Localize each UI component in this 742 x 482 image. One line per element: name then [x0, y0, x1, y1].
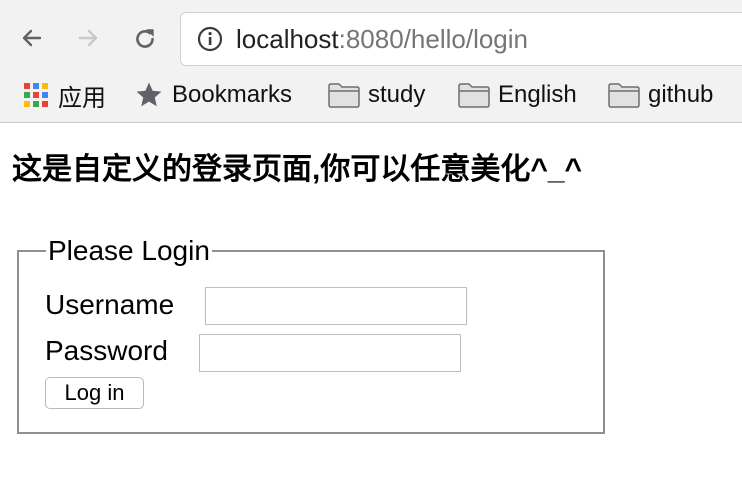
reload-button[interactable]: [124, 18, 164, 58]
back-button[interactable]: [12, 18, 52, 58]
username-label: Username: [45, 289, 175, 320]
bookmark-folder-english[interactable]: English: [458, 78, 577, 112]
site-info-icon[interactable]: [197, 26, 223, 52]
login-button[interactable]: Log in: [45, 377, 144, 409]
url-host: localhost: [236, 24, 339, 54]
bookmark-folder-study[interactable]: study: [328, 78, 425, 112]
url-text[interactable]: localhost:8080/hello/login: [236, 24, 528, 55]
password-input[interactable]: [199, 334, 461, 372]
password-label: Password: [45, 335, 168, 366]
browser-toolbar: localhost:8080/hello/login: [0, 0, 742, 70]
folder-icon: [608, 83, 640, 108]
bookmark-bookmarks[interactable]: Bookmarks: [134, 78, 292, 112]
bookmark-apps[interactable]: 应用: [22, 78, 106, 112]
star-icon: [136, 82, 162, 107]
forward-button[interactable]: [68, 18, 108, 58]
url-port-path: :8080/hello/login: [338, 24, 529, 54]
address-bar[interactable]: localhost:8080/hello/login: [180, 12, 742, 66]
forward-arrow-icon: [78, 29, 98, 47]
page-title: 这是自定义的登录页面,你可以任意美化^_^: [12, 153, 583, 186]
bookmark-folder-github[interactable]: github: [608, 78, 713, 112]
username-input[interactable]: [205, 287, 467, 325]
apps-grid-icon: [24, 83, 48, 107]
folder-icon: [458, 83, 490, 108]
bookmark-label: English: [498, 81, 577, 108]
bookmark-label: study: [368, 81, 426, 108]
bookmarks-bar: 应用 Bookmarks study English github: [0, 70, 742, 123]
back-arrow-icon: [22, 29, 42, 47]
bookmark-label: github: [648, 81, 714, 108]
bookmark-label: Bookmarks: [172, 81, 293, 108]
folder-icon: [328, 83, 360, 108]
login-legend: Please Login: [46, 234, 212, 268]
bookmark-label: 应用: [58, 84, 106, 112]
reload-icon: [136, 29, 154, 48]
